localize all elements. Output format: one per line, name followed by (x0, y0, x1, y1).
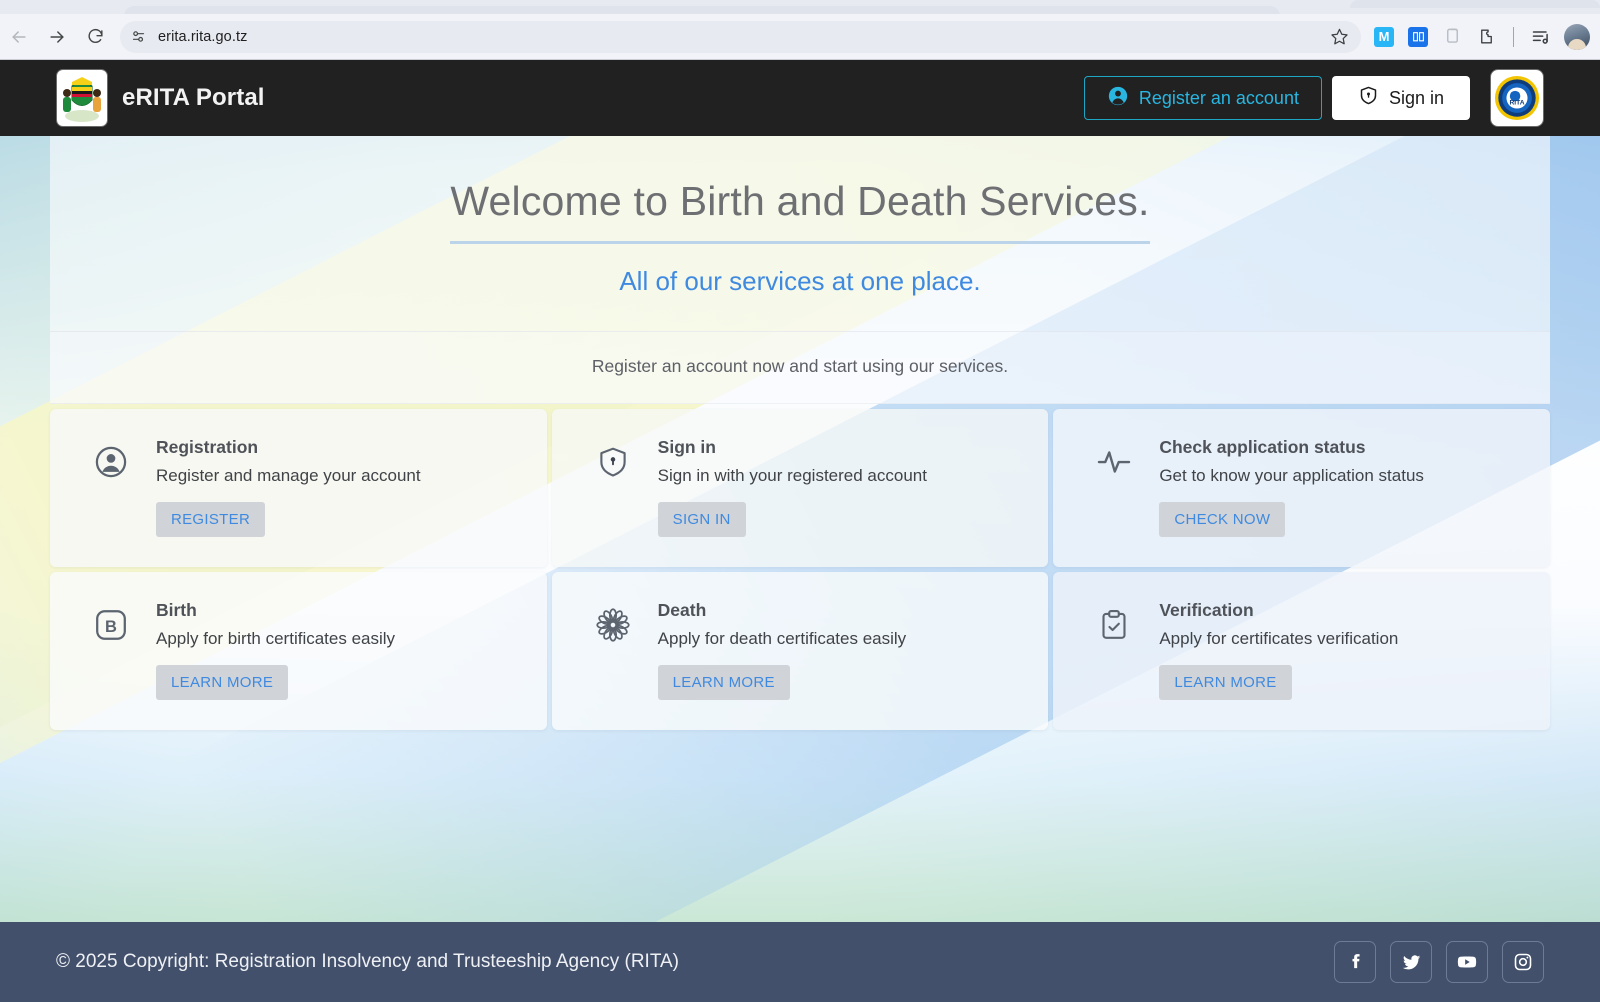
card-body: Verification Apply for certificates veri… (1159, 600, 1524, 700)
card-birth[interactable]: B Birth Apply for birth certificates eas… (50, 572, 547, 730)
person-circle-icon (1107, 85, 1129, 112)
card-check-status[interactable]: Check application status Get to know you… (1053, 409, 1550, 567)
tab-strip-right-region (1350, 0, 1600, 8)
toolbar-divider (1513, 26, 1514, 47)
browser-tab-strip[interactable] (0, 0, 1600, 18)
card-description: Get to know your application status (1159, 466, 1424, 485)
register-card-button[interactable]: REGISTER (156, 502, 266, 537)
svg-text:RITA: RITA (1509, 100, 1524, 107)
facebook-icon[interactable] (1334, 941, 1376, 983)
back-arrow-icon[interactable] (2, 20, 36, 54)
header-actions: Register an account Sign in RITA (1083, 69, 1544, 127)
browser-toolbar: erita.rita.go.tz M (0, 14, 1600, 60)
social-links (1334, 941, 1544, 983)
card-description: Register and manage your account (156, 466, 421, 485)
card-description: Apply for death certificates easily (657, 629, 907, 648)
card-title: Check application status (1159, 437, 1366, 457)
card-body: Death Apply for death certificates easil… (657, 600, 1023, 700)
card-body: Registration Register and manage your ac… (156, 437, 521, 537)
card-title: Death (657, 600, 707, 620)
instagram-icon[interactable] (1502, 941, 1544, 983)
site-header: eRITA Portal Register an account Sign in (0, 60, 1600, 136)
card-death[interactable]: Death Apply for death certificates easil… (551, 572, 1049, 730)
main-content: Welcome to Birth and Death Services. All… (50, 136, 1550, 730)
verification-learn-more-button[interactable]: LEARN MORE (1159, 665, 1292, 700)
clipboard-extension-icon[interactable] (1441, 26, 1463, 48)
card-verification[interactable]: Verification Apply for certificates veri… (1053, 572, 1550, 730)
death-learn-more-button[interactable]: LEARN MORE (657, 665, 790, 700)
brand-title: eRITA Portal (122, 84, 265, 111)
shield-lock-icon (1358, 85, 1379, 111)
card-signin[interactable]: Sign in Sign in with your registered acc… (551, 409, 1049, 567)
card-registration[interactable]: Registration Register and manage your ac… (50, 409, 547, 567)
card-body: Sign in Sign in with your registered acc… (657, 437, 1023, 537)
puzzle-extensions-icon[interactable] (1475, 26, 1497, 48)
url-text: erita.rita.go.tz (158, 28, 248, 45)
brand[interactable]: eRITA Portal (56, 69, 265, 127)
tanzania-coat-of-arms-icon (56, 69, 108, 127)
site-footer: © 2025 Copyright: Registration Insolvenc… (0, 922, 1600, 1002)
flower-icon (592, 604, 634, 646)
sign-in-card-button[interactable]: SIGN IN (657, 502, 746, 537)
card-description: Apply for birth certificates easily (156, 629, 396, 648)
card-title: Registration (156, 437, 259, 457)
mega-extension-icon[interactable]: M (1373, 26, 1395, 48)
clipboard-check-icon (1093, 604, 1135, 646)
reload-icon[interactable] (78, 20, 112, 54)
youtube-icon[interactable] (1446, 941, 1488, 983)
pulse-activity-icon (1093, 441, 1135, 483)
dictionary-extension-icon[interactable] (1407, 26, 1429, 48)
card-body: Check application status Get to know you… (1159, 437, 1524, 537)
page-info-icon[interactable] (124, 23, 152, 51)
services-card-grid: Registration Register and manage your ac… (50, 409, 1550, 730)
card-title: Birth (156, 600, 197, 620)
profile-avatar[interactable] (1564, 23, 1590, 50)
card-description: Apply for certificates verification (1159, 629, 1399, 648)
hero-title: Welcome to Birth and Death Services. (450, 178, 1150, 244)
reading-list-icon[interactable] (1530, 26, 1552, 48)
svg-text:B: B (105, 618, 117, 636)
birth-learn-more-button[interactable]: LEARN MORE (156, 665, 289, 700)
forward-arrow-icon[interactable] (40, 20, 74, 54)
card-title: Sign in (657, 437, 716, 457)
hero-note-bar: Register an account now and start using … (50, 332, 1550, 404)
sign-in-button-label: Sign in (1388, 87, 1444, 108)
sign-in-button[interactable]: Sign in (1331, 76, 1470, 120)
hero-section: Welcome to Birth and Death Services. All… (50, 136, 1550, 332)
check-now-card-button[interactable]: CHECK NOW (1159, 502, 1286, 537)
twitter-icon[interactable] (1390, 941, 1432, 983)
card-body: Birth Apply for birth certificates easil… (156, 600, 521, 700)
copyright-text: © 2025 Copyright: Registration Insolvenc… (56, 951, 680, 972)
rita-seal-logo-icon[interactable]: RITA (1490, 69, 1544, 127)
navigation-buttons (0, 20, 112, 54)
person-circle-icon (90, 441, 132, 483)
card-description: Sign in with your registered account (657, 466, 927, 485)
register-button-label: Register an account (1138, 87, 1299, 108)
hero-note: Register an account now and start using … (591, 356, 1009, 376)
address-bar[interactable]: erita.rita.go.tz (120, 20, 1361, 53)
star-icon[interactable] (1325, 23, 1353, 51)
register-an-account-button[interactable]: Register an account (1083, 76, 1322, 120)
letter-b-box-icon: B (90, 604, 132, 646)
page-viewport: eRITA Portal Register an account Sign in (0, 60, 1600, 1002)
hero-subtitle: All of our services at one place. (619, 266, 981, 296)
toolbar-extensions: M (1367, 23, 1590, 50)
card-title: Verification (1159, 600, 1254, 620)
shield-lock-icon (592, 441, 634, 483)
